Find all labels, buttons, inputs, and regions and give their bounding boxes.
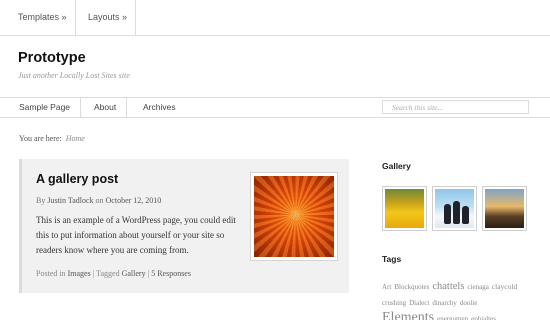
post-byline: By Justin Tadlock on October 12, 2010 — [36, 196, 161, 205]
post-excerpt: This is an example of a WordPress page, … — [36, 215, 236, 255]
tulips-image — [385, 189, 424, 228]
breadcrumb-home-link[interactable]: Home — [66, 134, 85, 143]
meta-tagged: Tagged — [96, 269, 120, 278]
category-link[interactable]: Images — [68, 269, 91, 278]
tags-widget-title: Tags — [382, 254, 402, 264]
post-card: A gallery post By Justin Tadlock on Octo… — [19, 159, 349, 293]
post-meta: Posted in Images | Tagged Gallery | 5 Re… — [36, 269, 191, 278]
penguins-image — [435, 189, 474, 228]
tag-link[interactable]: ephialtes — [471, 315, 496, 320]
byline-by: By — [36, 196, 46, 205]
tag-cloud: Art Blockquotes chattels cienaga claycold cru… — [382, 278, 532, 320]
gallery-widget-title: Gallery — [382, 161, 411, 171]
tag-link[interactable]: doolie — [460, 299, 478, 307]
tag-link[interactable]: energumen — [437, 315, 468, 320]
gallery-thumb-penguins[interactable] — [432, 186, 477, 231]
flower-image — [254, 176, 334, 257]
tag-link[interactable]: Art — [382, 283, 391, 291]
nav-item-sample-page[interactable]: Sample Page — [0, 98, 81, 117]
tag-link[interactable]: dinarchy — [432, 299, 457, 307]
tag-link[interactable]: Dialect — [409, 299, 429, 307]
author-link[interactable]: Justin Tadlock — [47, 196, 93, 205]
meta-separator: | — [92, 269, 95, 278]
page-nav: Sample Page About Archives — [0, 97, 550, 118]
nav-item-about[interactable]: About — [81, 98, 127, 117]
breadcrumb: You are here: Home — [19, 134, 85, 143]
tag-link[interactable]: crushing — [382, 299, 406, 307]
gallery-thumb-lighthouse[interactable] — [482, 186, 527, 231]
lighthouse-image — [485, 189, 524, 228]
post-date[interactable]: October 12, 2010 — [106, 196, 162, 205]
meta-posted-in: Posted in — [36, 269, 66, 278]
top-bar: Templates » Layouts » — [0, 0, 550, 36]
post-title[interactable]: A gallery post — [36, 172, 118, 186]
site-tagline: Just another Locally Lost Sites site — [18, 71, 130, 80]
site-title[interactable]: Prototype — [18, 50, 86, 66]
meta-separator: | — [147, 269, 150, 278]
template-nav: Templates » Layouts » — [0, 0, 136, 36]
tag-link[interactable]: Elements — [382, 310, 434, 320]
tag-link[interactable]: claycold — [492, 282, 517, 291]
search-input[interactable] — [382, 100, 529, 114]
tag-link[interactable]: Gallery — [122, 269, 146, 278]
layouts-menu[interactable]: Layouts » — [76, 0, 136, 36]
post-thumbnail[interactable] — [250, 172, 338, 261]
tag-link[interactable]: cienaga — [467, 283, 488, 291]
templates-menu[interactable]: Templates » — [0, 0, 76, 36]
nav-item-archives[interactable]: Archives — [127, 98, 189, 117]
tag-link[interactable]: chattels — [432, 281, 464, 292]
site-header: Prototype Just another Locally Lost Site… — [0, 36, 550, 97]
tag-link[interactable]: Blockquotes — [394, 283, 429, 291]
gallery-thumb-tulips[interactable] — [382, 186, 427, 231]
responses-link[interactable]: 5 Responses — [151, 269, 191, 278]
breadcrumb-prefix: You are here: — [19, 134, 62, 143]
byline-on: on — [95, 196, 104, 205]
